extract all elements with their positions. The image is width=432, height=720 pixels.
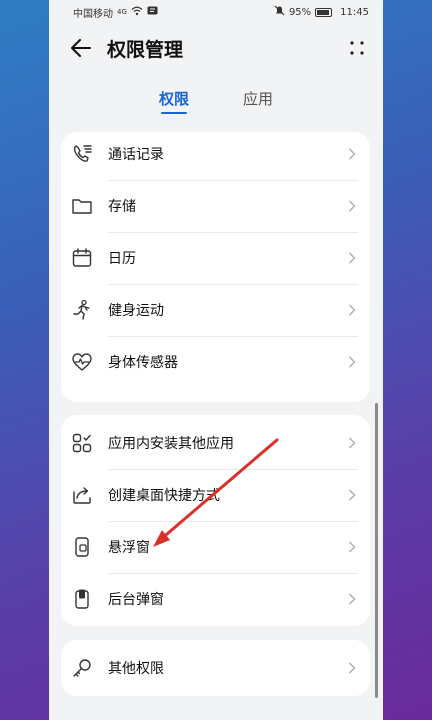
chevron-right-icon: [346, 200, 358, 212]
status-bar: 中国移动 4G 95% 11:45: [49, 0, 383, 24]
row-body-sensors[interactable]: 身体传感器: [61, 336, 370, 388]
row-other-permissions-label: 其他权限: [108, 661, 164, 677]
row-storage-label: 存储: [108, 199, 136, 215]
row-create-shortcut-label: 创建桌面快捷方式: [108, 488, 220, 504]
title-bar: 权限管理: [49, 24, 383, 72]
carrier-label: 中国移动: [73, 8, 113, 20]
battery-percent: 95%: [288, 6, 312, 18]
calendar-icon: [71, 247, 93, 269]
permission-group-3: 其他权限: [61, 640, 370, 696]
tab-bar: 权限 应用: [49, 72, 383, 124]
row-install-other-apps-label: 应用内安装其他应用: [108, 436, 234, 452]
heart-rate-icon: [71, 351, 93, 373]
apps-grid-icon: [71, 432, 93, 454]
row-call-log[interactable]: 通话记录: [61, 132, 370, 180]
chevron-right-icon: [346, 541, 358, 553]
row-background-popup[interactable]: 后台弹窗: [61, 573, 370, 625]
row-other-permissions[interactable]: 其他权限: [61, 642, 370, 694]
row-fitness[interactable]: 健身运动: [61, 284, 370, 336]
permission-group-2: 应用内安装其他应用 创建桌面快捷方式 悬浮窗 后台弹窗: [61, 415, 370, 626]
row-body-sensors-label: 身体传感器: [108, 355, 178, 371]
chevron-right-icon: [346, 662, 358, 674]
row-create-shortcut[interactable]: 创建桌面快捷方式: [61, 469, 370, 521]
key-icon: [71, 657, 93, 679]
tab-permissions[interactable]: 权限: [159, 88, 189, 118]
wifi-icon: [131, 6, 143, 19]
row-storage[interactable]: 存储: [61, 180, 370, 232]
chevron-right-icon: [346, 252, 358, 264]
running-icon: [71, 299, 93, 321]
chevron-right-icon: [346, 304, 358, 316]
battery-icon: [315, 7, 333, 17]
call-log-icon: [71, 143, 93, 165]
tab-apps[interactable]: 应用: [243, 88, 273, 118]
row-floating-window[interactable]: 悬浮窗: [61, 521, 370, 573]
more-options-icon[interactable]: [345, 36, 369, 60]
popup-icon: [71, 588, 93, 610]
chevron-right-icon: [346, 356, 358, 368]
folder-icon: [71, 195, 93, 217]
shortcut-icon: [71, 484, 93, 506]
chevron-right-icon: [346, 148, 358, 160]
row-background-popup-label: 后台弹窗: [108, 592, 164, 608]
floating-window-icon: [71, 536, 93, 558]
back-arrow-icon[interactable]: [69, 36, 93, 60]
row-calendar-label: 日历: [108, 251, 136, 267]
row-calendar[interactable]: 日历: [61, 232, 370, 284]
message-icon: [147, 6, 158, 19]
permission-group-1: 通话记录 存储 日历 健身运动 身体传感器: [61, 132, 370, 402]
row-fitness-label: 健身运动: [108, 303, 164, 319]
phone-screen: 中国移动 4G 95% 11:45 权限管理 权限 应用 通话记录 存储 日历 …: [49, 0, 383, 720]
clock: 11:45: [340, 6, 369, 18]
row-call-log-label: 通话记录: [108, 147, 164, 163]
row-install-other-apps[interactable]: 应用内安装其他应用: [61, 417, 370, 469]
chevron-right-icon: [346, 437, 358, 449]
row-floating-window-label: 悬浮窗: [108, 540, 150, 556]
chevron-right-icon: [346, 489, 358, 501]
network-label: 4G: [117, 8, 127, 16]
chevron-right-icon: [346, 593, 358, 605]
page-title: 权限管理: [107, 38, 184, 61]
scrollbar[interactable]: [375, 403, 378, 698]
mute-icon: [274, 5, 285, 19]
